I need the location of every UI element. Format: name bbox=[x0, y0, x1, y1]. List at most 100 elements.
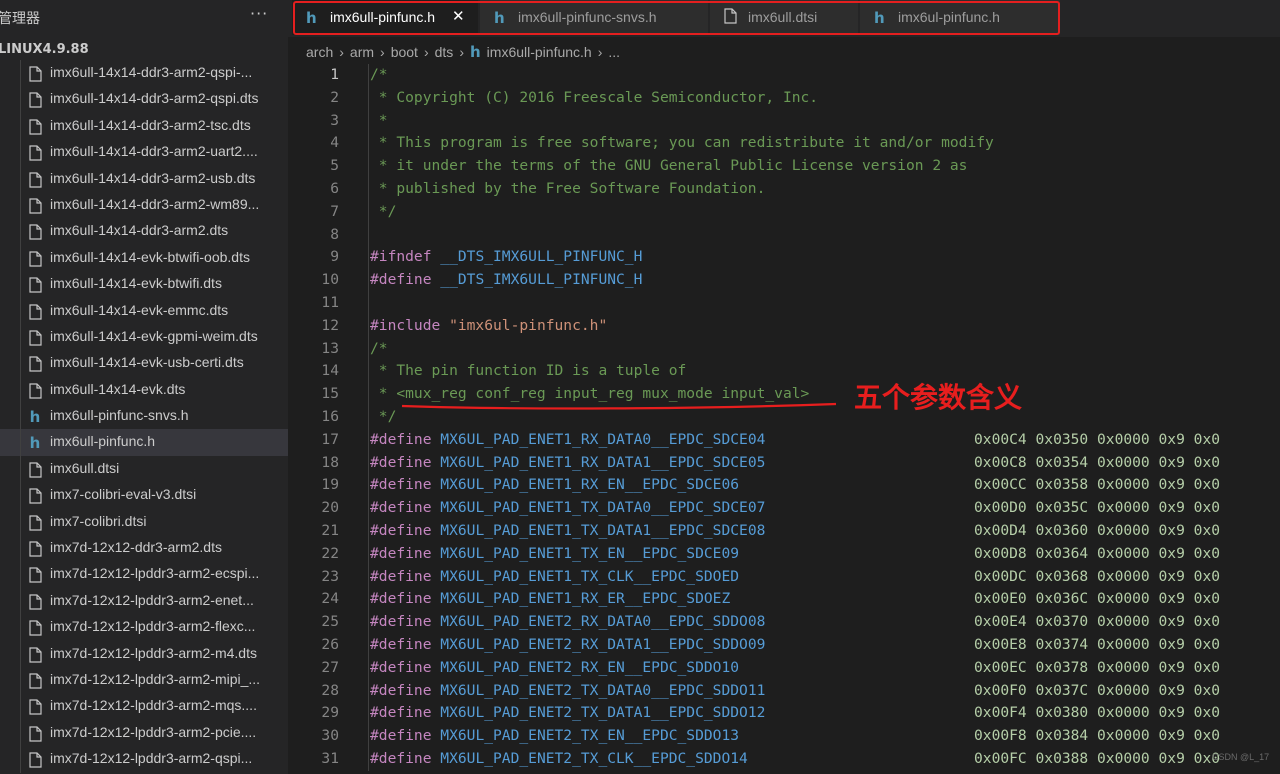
file-tree-item[interactable]: imx7d-12x12-lpddr3-arm2-m4.dts bbox=[0, 640, 288, 667]
indent-guide bbox=[368, 565, 369, 589]
tab-label: imx6ull.dtsi bbox=[748, 9, 818, 25]
code-line: 24 #define MX6UL_PAD_ENET1_RX_ER__EPDC_SD… bbox=[288, 588, 1280, 612]
indent-guide bbox=[368, 200, 369, 224]
file-tree-item[interactable]: imx7d-12x12-ddr3-arm2.dts bbox=[0, 535, 288, 562]
file-tree-item[interactable]: imx7d-12x12-lpddr3-arm2-pcie.... bbox=[0, 719, 288, 747]
file-icon bbox=[28, 303, 42, 320]
file-name: imx7d-12x12-lpddr3-arm2-qspi... bbox=[50, 750, 253, 767]
file-tree-item[interactable]: imx6ull.dtsi bbox=[0, 455, 288, 483]
file-tree-item[interactable]: h imx6ull-pinfunc.h bbox=[0, 429, 288, 456]
breadcrumb-item[interactable]: arm bbox=[350, 44, 374, 60]
tab-label: imx6ul-pinfunc.h bbox=[898, 9, 1000, 25]
file-name: imx7-colibri-eval-v3.dtsi bbox=[50, 486, 197, 503]
watermark: CSDN @L_17 bbox=[1212, 752, 1270, 762]
indent-guide bbox=[20, 218, 21, 245]
code-token: #ifndef bbox=[370, 248, 441, 266]
tab-bar: h imx6ull-pinfunc.h ✕ h imx6ull-pinfunc-snvs… bbox=[288, 0, 1280, 37]
indent-guide bbox=[20, 403, 21, 430]
code-text: #define MX6UL_PAD_ENET1_RX_ER__EPDC_SDOE… bbox=[370, 590, 730, 607]
indent-guide bbox=[20, 535, 21, 562]
file-tree-item[interactable]: imx6ull-14x14-evk-usb-certi.dts bbox=[0, 350, 288, 377]
file-tree-item[interactable]: imx7d-12x12-lpddr3-arm2-ecspi... bbox=[0, 561, 288, 588]
file-tree-item[interactable]: imx6ull-14x14-evk-emmc.dts bbox=[0, 297, 288, 324]
file-tree-item[interactable]: imx6ull-14x14-ddr3-arm2-qspi.dts bbox=[0, 86, 288, 113]
file-tree-item[interactable]: imx7d-12x12-lpddr3-arm2-qspi... bbox=[0, 746, 288, 773]
breadcrumb-item[interactable]: dts bbox=[435, 44, 454, 60]
tab-imx6ul-pinfunc-h[interactable]: h imx6ul-pinfunc.h bbox=[860, 0, 1061, 35]
file-name: imx7-colibri.dtsi bbox=[50, 512, 147, 529]
line-number: 7 bbox=[330, 202, 339, 220]
indent-guide bbox=[20, 640, 21, 667]
line-number: 26 bbox=[321, 636, 339, 653]
file-name: imx7d-12x12-lpddr3-arm2-enet... bbox=[50, 591, 254, 608]
file-tree-item[interactable]: imx7d-12x12-lpddr3-arm2-enet... bbox=[0, 587, 288, 615]
file-name: imx7d-12x12-lpddr3-arm2-flexc... bbox=[50, 618, 256, 635]
breadcrumb-item[interactable]: ... bbox=[608, 44, 620, 60]
macro-values: 0x00D4 0x0360 0x0000 0x9 0x0 bbox=[974, 522, 1221, 539]
breadcrumb-item[interactable]: imx6ull-pinfunc.h bbox=[487, 44, 592, 60]
file-tree-item[interactable]: imx6ull-14x14-ddr3-arm2-tsc.dts bbox=[0, 112, 288, 140]
indent-guide bbox=[368, 702, 369, 726]
file-icon bbox=[28, 726, 42, 742]
file-icon bbox=[28, 620, 42, 636]
code-token: * The pin function ID is a tuple of bbox=[370, 362, 687, 380]
line-number: 8 bbox=[330, 225, 339, 243]
indent-guide bbox=[20, 719, 21, 747]
file-tree-item[interactable]: imx6ull-14x14-evk-btwifi-oob.dts bbox=[0, 244, 288, 272]
file-tree: imx6ull-14x14-ddr3-arm2-qspi-... imx6ull-… bbox=[0, 60, 288, 773]
more-actions-icon[interactable]: ··· bbox=[250, 4, 268, 23]
file-tree-item[interactable]: imx7d-12x12-lpddr3-arm2-mqs.... bbox=[0, 693, 288, 720]
macro-values: 0x00DC 0x0368 0x0000 0x9 0x0 bbox=[974, 567, 1221, 585]
file-icon bbox=[28, 594, 42, 610]
file-name: imx6ull-14x14-ddr3-arm2.dts bbox=[50, 222, 229, 239]
indent-guide bbox=[368, 588, 369, 612]
tab-imx6ull-pinfunc-h[interactable]: h imx6ull-pinfunc.h ✕ bbox=[292, 0, 479, 35]
indent-guide bbox=[20, 614, 21, 641]
line-number: 17 bbox=[321, 430, 339, 448]
breadcrumb-item[interactable]: boot bbox=[391, 44, 418, 60]
file-tree-item[interactable]: imx6ull-14x14-ddr3-arm2-usb.dts bbox=[0, 165, 288, 192]
file-tree-item[interactable]: imx6ull-14x14-ddr3-arm2-qspi-... bbox=[0, 60, 288, 87]
file-tree-item[interactable]: h imx6ull-pinfunc-snvs.h bbox=[0, 403, 288, 430]
file-tree-item[interactable]: imx6ull-14x14-evk.dts bbox=[0, 376, 288, 404]
indent-guide bbox=[20, 693, 21, 720]
define-keyword: #define bbox=[370, 453, 441, 471]
code-line: 9 #ifndef __DTS_IMX6ULL_PINFUNC_H bbox=[288, 246, 1280, 270]
code-text: #define MX6UL_PAD_ENET1_TX_DATA0__EPDC_S… bbox=[370, 499, 765, 516]
code-text: #ifndef __DTS_IMX6ULL_PINFUNC_H bbox=[370, 248, 642, 265]
code-text: #define MX6UL_PAD_ENET1_TX_CLK__EPDC_SDO… bbox=[370, 568, 739, 585]
code-editor[interactable]: 1 /* 2 * Copyright (C) 2016 Freescale Semi… bbox=[288, 64, 1280, 774]
file-tree-item[interactable]: imx6ull-14x14-ddr3-arm2.dts bbox=[0, 218, 288, 245]
indent-guide bbox=[20, 508, 21, 536]
line-number: 5 bbox=[330, 157, 339, 175]
file-tree-item[interactable]: imx7d-12x12-lpddr3-arm2-flexc... bbox=[0, 614, 288, 641]
file-tree-item[interactable]: imx6ull-14x14-evk-gpmi-weim.dts bbox=[0, 323, 288, 351]
file-name: imx6ull-14x14-evk.dts bbox=[50, 380, 186, 397]
c-header-file-icon: h bbox=[28, 434, 42, 452]
file-tree-item[interactable]: imx7d-12x12-lpddr3-arm2-mipi_... bbox=[0, 666, 288, 694]
code-token: #define bbox=[370, 271, 441, 289]
breadcrumb-item[interactable]: arch bbox=[306, 44, 333, 60]
macro-values: 0x00F8 0x0384 0x0000 0x9 0x0 bbox=[974, 727, 1221, 745]
file-tree-item[interactable]: imx6ull-14x14-ddr3-arm2-wm89... bbox=[0, 191, 288, 219]
file-icon bbox=[28, 145, 42, 161]
code-text: #define MX6UL_PAD_ENET2_RX_EN__EPDC_SDDO… bbox=[370, 659, 739, 676]
code-text: #define MX6UL_PAD_ENET1_RX_DATA1__EPDC_S… bbox=[370, 454, 765, 471]
file-tree-item[interactable]: imx7-colibri.dtsi bbox=[0, 508, 288, 536]
tab-imx6ull-dtsi[interactable]: imx6ull.dtsi bbox=[710, 0, 859, 35]
tab-imx6ull-pinfunc-snvs-h[interactable]: h imx6ull-pinfunc-snvs.h bbox=[480, 0, 709, 35]
chevron-right-icon: › bbox=[423, 44, 429, 60]
indent-guide bbox=[368, 292, 369, 315]
code-line: 6 * published by the Free Software Found… bbox=[288, 178, 1280, 201]
macro-name: MX6UL_PAD_ENET2_RX_DATA1__EPDC_SDDO09 bbox=[440, 636, 766, 653]
file-tree-item[interactable]: imx6ull-14x14-ddr3-arm2-uart2.... bbox=[0, 139, 288, 166]
file-tree-item[interactable]: imx7-colibri-eval-v3.dtsi bbox=[0, 482, 288, 509]
code-line: 4 * This program is free software; you c… bbox=[288, 132, 1280, 156]
file-tree-item[interactable]: imx6ull-14x14-evk-btwifi.dts bbox=[0, 271, 288, 298]
define-keyword: #define bbox=[370, 499, 441, 517]
close-icon[interactable]: ✕ bbox=[452, 7, 465, 25]
root-folder[interactable]: LINUX4.9.88 bbox=[0, 42, 89, 57]
line-number: 16 bbox=[321, 408, 339, 425]
code-line: 20 #define MX6UL_PAD_ENET1_TX_DATA0__EPDC… bbox=[288, 497, 1280, 520]
define-keyword: #define bbox=[370, 681, 441, 699]
